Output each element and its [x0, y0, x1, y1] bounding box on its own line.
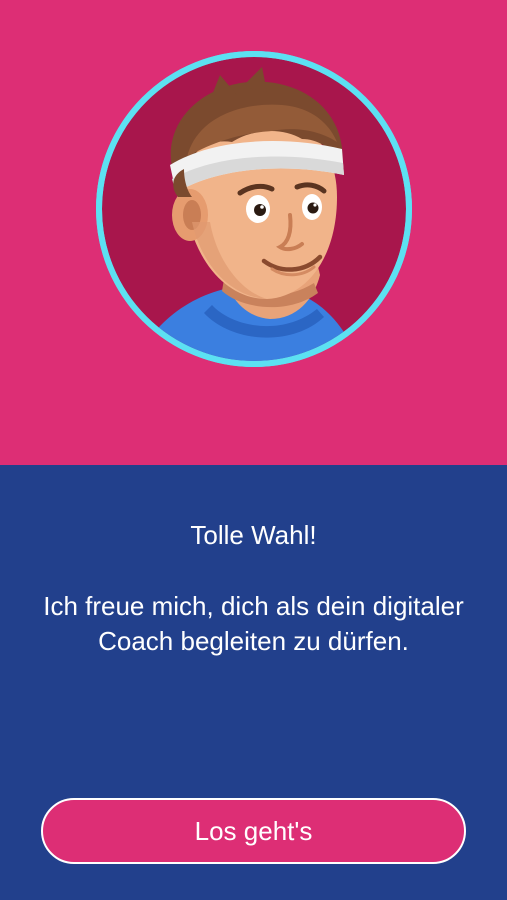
welcome-message: Ich freue mich, dich als dein digitaler … [43, 591, 464, 656]
coach-avatar-icon [96, 51, 412, 367]
coach-avatar [92, 47, 416, 371]
welcome-headline: Tolle Wahl! [190, 520, 317, 550]
start-button[interactable]: Los geht's [41, 798, 466, 864]
coach-header [0, 0, 507, 465]
